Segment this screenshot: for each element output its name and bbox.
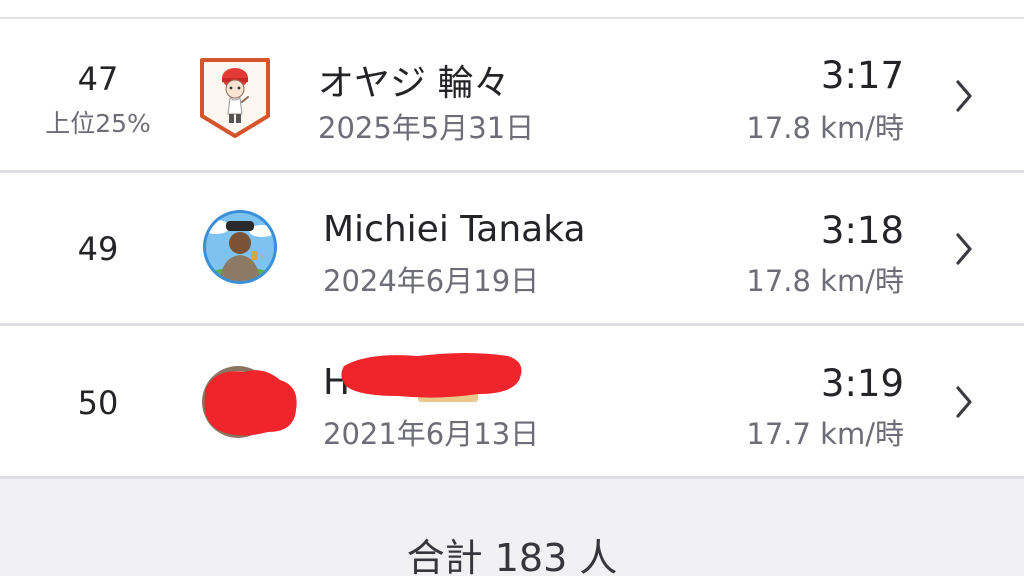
cyclist-cartoon-badge-icon (200, 58, 270, 138)
effort-time: 3:18 (820, 209, 904, 252)
chevron-right-icon[interactable] (948, 76, 980, 116)
rank-number: 49 (77, 230, 119, 268)
chevron-right-icon[interactable] (948, 382, 980, 422)
effort-speed: 17.8 km/時 (746, 111, 904, 145)
rank-number: 50 (77, 384, 119, 422)
rank-number: 47 (77, 60, 119, 98)
segment-leaderboard-screen: 47 上位25% オヤジ 輪々 2025年5月31日 3:17 17.8 km/… (0, 0, 1024, 576)
effort-time: 3:19 (820, 362, 904, 405)
effort-date: 2024年6月19日 (323, 264, 540, 298)
effort-date: 2025年5月31日 (318, 111, 535, 145)
leaderboard-row[interactable]: 49 Michiei Tanaka 2024年6月19日 3:18 17.8 k… (0, 173, 1024, 323)
leaderboard-footer: 合計 183 人 (0, 479, 1024, 576)
effort-speed: 17.8 km/時 (746, 264, 904, 298)
total-athletes-count: 合計 183 人 (406, 536, 618, 576)
profile-photo-icon (203, 210, 277, 284)
top-divider (0, 17, 1024, 19)
leaderboard-row[interactable]: 50 H 2021年6月13日 3:19 17.7 km/時 (0, 326, 1024, 476)
redaction-mark (341, 353, 522, 402)
chevron-right-icon[interactable] (948, 229, 980, 269)
rank-percentile: 上位25% (45, 109, 151, 138)
effort-time: 3:17 (820, 54, 904, 97)
leaderboard-row[interactable]: 47 上位25% オヤジ 輪々 2025年5月31日 3:17 17.8 km/… (0, 20, 1024, 170)
effort-date: 2021年6月13日 (323, 417, 540, 451)
athlete-name: Michiei Tanaka (323, 209, 586, 250)
effort-speed: 17.7 km/時 (746, 417, 904, 451)
redacted-avatar-icon (202, 366, 297, 438)
athlete-name: オヤジ 輪々 (318, 63, 510, 104)
